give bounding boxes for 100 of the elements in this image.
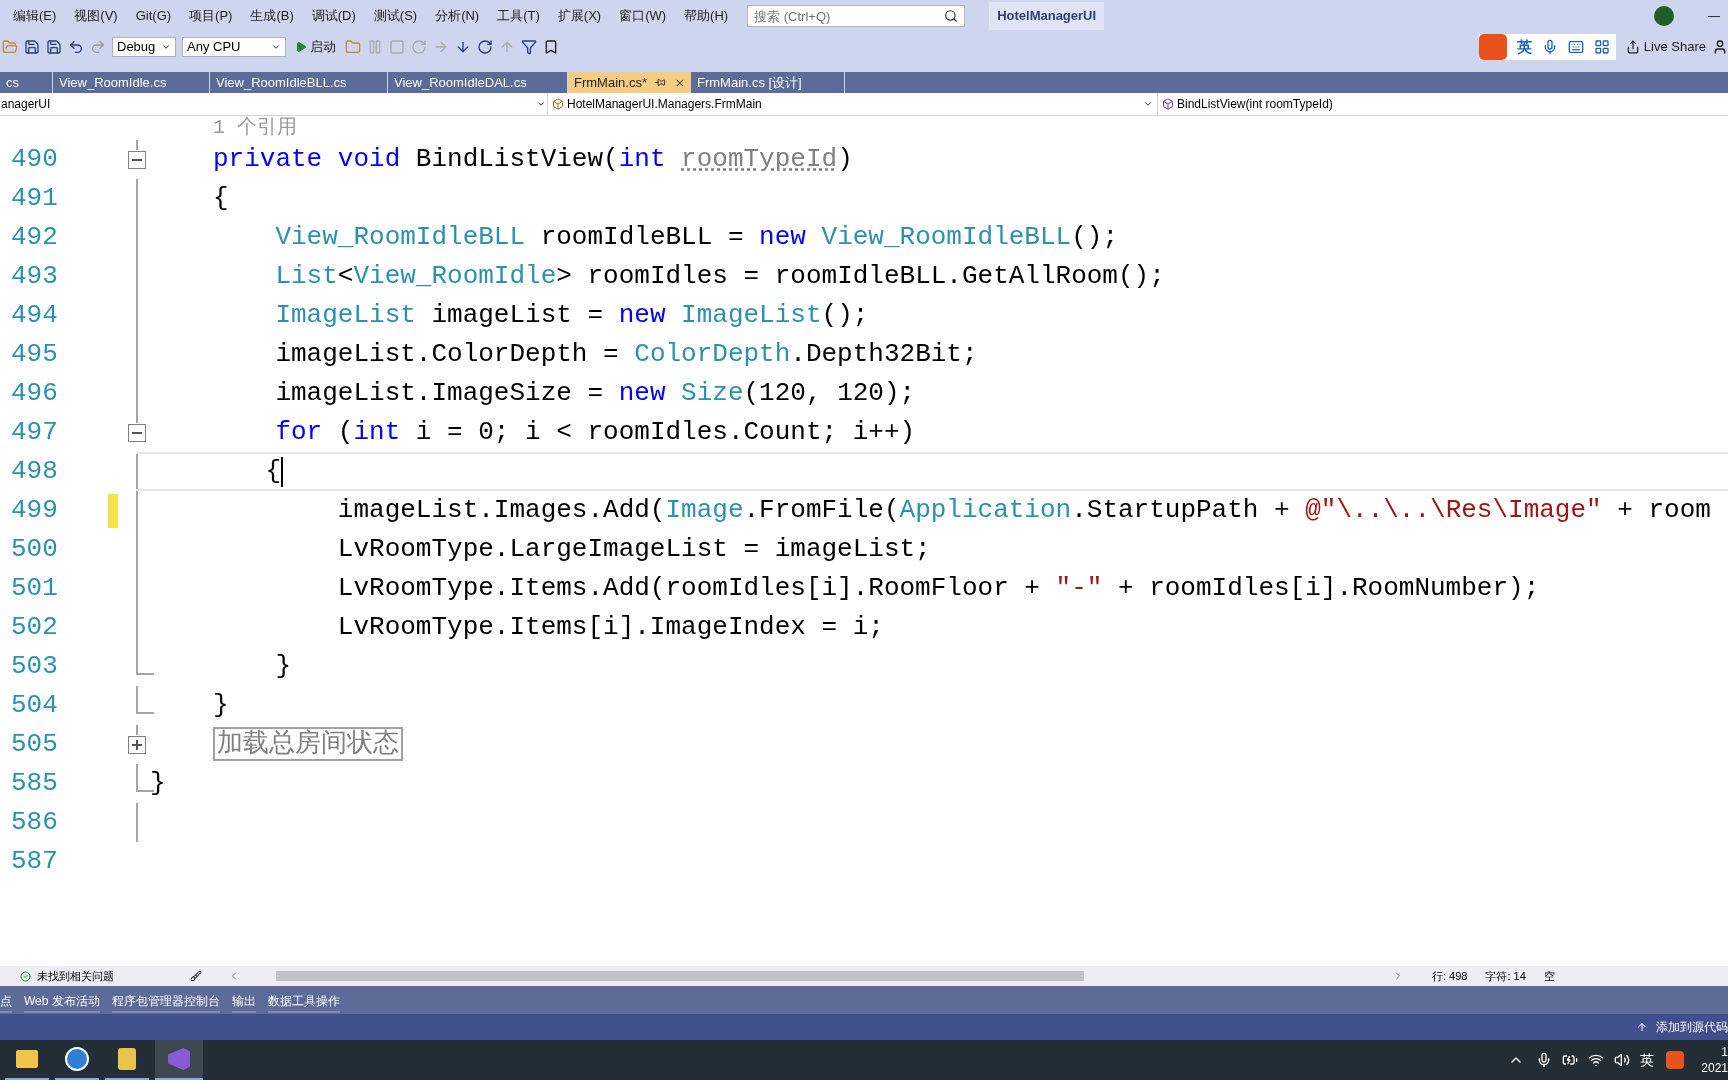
line-number: 501: [10, 572, 59, 605]
minimize-icon[interactable]: [1708, 15, 1720, 17]
step-into-icon[interactable]: [455, 39, 471, 55]
check-icon: [20, 970, 31, 982]
keyboard-icon[interactable]: [1567, 39, 1584, 55]
volume-icon[interactable]: [1614, 1052, 1630, 1068]
line-number: 585: [10, 767, 59, 800]
tool-window-tab[interactable]: 输出: [231, 991, 256, 1013]
arrow-up-icon: [1636, 1021, 1648, 1033]
menu-item[interactable]: 测试(S): [366, 4, 425, 28]
line-number: 586: [10, 806, 59, 839]
battery-icon[interactable]: [1562, 1052, 1578, 1068]
menu-item[interactable]: 帮助(H): [677, 4, 736, 28]
class-icon: [552, 98, 564, 110]
platform-dropdown[interactable]: Any CPU: [182, 37, 286, 57]
menu-item[interactable]: 扩展(X): [550, 4, 609, 28]
ime-logo-icon[interactable]: [1666, 1051, 1684, 1069]
line-number: 504: [10, 689, 59, 722]
collapse-icon[interactable]: [128, 150, 146, 169]
start-button[interactable]: 启动: [292, 37, 339, 57]
configuration-dropdown[interactable]: Debug: [112, 37, 176, 57]
code-line: LvRoomType.LargeImageList = imageList;: [336, 533, 931, 566]
scrollbar-thumb[interactable]: [276, 971, 1084, 981]
class-name: HotelManagerUI.Managers.FrmMain: [567, 96, 762, 113]
spacing-mode: 空: [1543, 968, 1555, 984]
class-dropdown[interactable]: HotelManagerUI.Managers.FrmMain: [548, 93, 1158, 115]
brush-icon[interactable]: [190, 970, 202, 982]
method-icon: [1162, 98, 1174, 110]
menu-item[interactable]: 工具(T): [490, 4, 547, 28]
pin-icon[interactable]: [654, 77, 666, 88]
line-number: 495: [10, 338, 59, 371]
code-line: {: [213, 182, 229, 215]
solution-title: HotelManagerUI: [989, 2, 1105, 30]
tool-window-tab[interactable]: Web 发布活动: [24, 991, 100, 1013]
share-icon: [1625, 40, 1640, 54]
caret-icon: [1143, 99, 1153, 109]
code-line: private void BindListView(int roomTypeId): [213, 143, 853, 176]
member-dropdown[interactable]: BindListView(int roomTypeId): [1158, 93, 1728, 115]
live-share-button[interactable]: Live Share: [1625, 37, 1706, 57]
clock[interactable]: 1 2021: [1702, 1044, 1728, 1076]
ime-logo-icon[interactable]: [1478, 34, 1507, 60]
menu-item[interactable]: 视图(V): [67, 4, 125, 28]
menu-item[interactable]: Git(G): [128, 4, 179, 28]
restart-icon[interactable]: [411, 39, 427, 55]
line-number: 505: [10, 728, 59, 761]
user-icon[interactable]: [1712, 39, 1728, 55]
tool-window-tab[interactable]: 程序包管理器控制台: [111, 991, 220, 1013]
microphone-icon[interactable]: [1536, 1052, 1552, 1068]
wifi-icon[interactable]: [1588, 1052, 1604, 1068]
caret-icon: [161, 42, 171, 52]
line-number: 492: [10, 221, 59, 254]
search-icon: [944, 9, 959, 23]
grid-icon[interactable]: [1593, 39, 1610, 55]
issues-status[interactable]: 未找到相关问题: [37, 967, 114, 985]
code-line: }: [150, 767, 166, 800]
menu-item[interactable]: 调试(D): [304, 4, 363, 28]
project-dropdown[interactable]: anagerUI: [0, 93, 548, 115]
line-number: 490: [10, 143, 59, 176]
line-number: 494: [10, 299, 59, 332]
menu-item[interactable]: 分析(N): [428, 4, 487, 28]
save-icon[interactable]: [24, 39, 40, 55]
menu-item[interactable]: 窗口(W): [612, 4, 674, 28]
bookmark-icon[interactable]: [543, 39, 559, 55]
play-icon: [295, 41, 307, 53]
code-line: imageList.ImageSize = new Size(120, 120);: [274, 377, 916, 410]
user-avatar[interactable]: [1654, 6, 1674, 26]
filter-icon[interactable]: [521, 39, 537, 55]
line-number: 502: [10, 611, 59, 644]
code-line: List<View_RoomIdle> roomIdles = roomIdleBLL.GetAllRoom();: [274, 260, 1165, 293]
ime-mode[interactable]: 英: [1516, 35, 1532, 59]
line-number: 498: [10, 455, 59, 488]
search-field[interactable]: 搜索 (Ctrl+Q): [754, 6, 945, 26]
collapse-icon[interactable]: [128, 423, 146, 442]
tool-window-tab[interactable]: 数据工具操作: [267, 991, 340, 1013]
menu-item[interactable]: 生成(B): [243, 4, 301, 28]
code-line: LvRoomType.Items.Add(roomIdles[i].RoomFloor + "-" + roomIdles[i].RoomNumber);: [336, 572, 1540, 605]
menu-item[interactable]: 编辑(E): [6, 4, 64, 28]
code-line: {: [264, 455, 281, 488]
line-number: 499: [10, 494, 59, 527]
code-line: imageList.Images.Add(Image.FromFile(Application.StartupPath + @"\..\..\Res\Image" + room: [336, 494, 1711, 527]
menu-item[interactable]: 项目(P): [182, 4, 240, 28]
tool-window-tab[interactable]: 点: [0, 991, 12, 1013]
search-box[interactable]: 搜索 (Ctrl+Q): [747, 5, 966, 27]
undo-icon[interactable]: [68, 39, 84, 55]
source-control-status[interactable]: 添加到源代码: [1636, 1018, 1728, 1036]
close-icon[interactable]: [673, 76, 685, 89]
caret-icon: [271, 42, 281, 52]
code-line: }: [213, 689, 229, 722]
code-line: }: [274, 650, 291, 683]
line-number: 496: [10, 377, 59, 410]
code-line: ImageList imageList = new ImageList();: [274, 299, 869, 332]
caret-icon: [536, 99, 546, 109]
code-line: View_RoomIdleBLL roomIdleBLL = new View_RoomIdleBLL();: [274, 221, 1118, 254]
expand-icon[interactable]: [128, 735, 146, 754]
ime-indicator[interactable]: 英: [1640, 1049, 1654, 1071]
editor-tab[interactable]: FrmMain.cs*: [568, 72, 691, 93]
step-over-icon[interactable]: [477, 39, 493, 55]
save-all-icon[interactable]: [46, 39, 62, 55]
char-position: 字符: 14: [1485, 968, 1526, 984]
line-number: 500: [10, 533, 59, 566]
